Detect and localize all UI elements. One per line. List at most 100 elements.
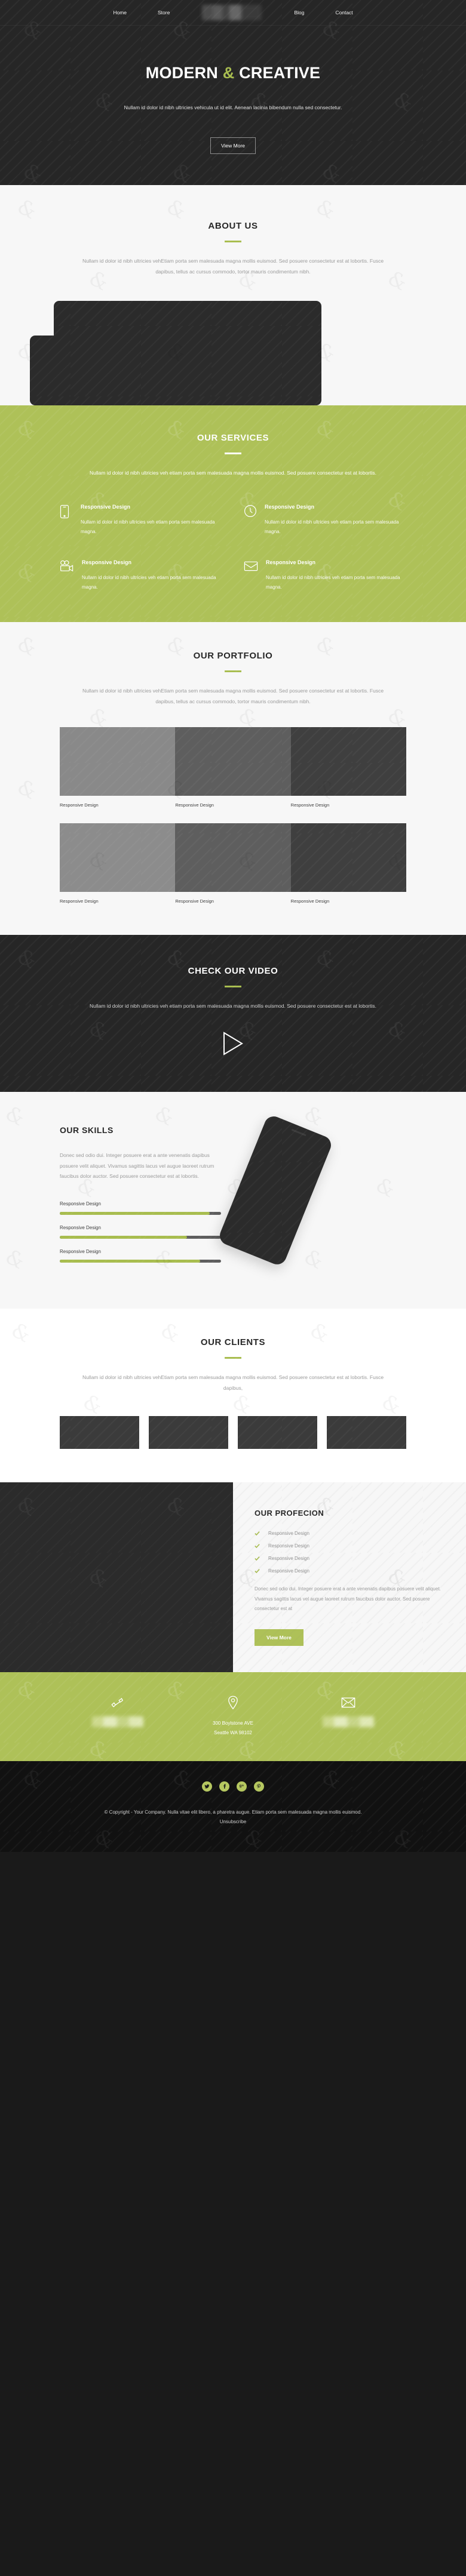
clients-section: && && && OUR CLIENTS Nullam id dolor id … [0,1308,466,1483]
portfolio-row: Responsive Design Responsive Design Resp… [60,823,406,904]
nav-item-contact[interactable]: Contact [320,10,368,16]
portfolio-thumbnail[interactable] [175,823,291,892]
profecion-content: OUR PROFECION Responsive Design Responsi… [233,1482,466,1673]
profecion-image [0,1482,233,1673]
main-navigation[interactable]: Home Store Blog Contact [0,0,466,25]
clock-icon [244,504,257,537]
twitter-icon[interactable] [202,1781,212,1792]
check-icon [255,1569,260,1574]
skill-bars: Responsive Design Responsive Design Resp… [60,1201,221,1263]
service-heading: Responsive Design [81,503,131,510]
play-icon[interactable] [222,1032,244,1056]
service-text: Nullam id dolor id nibh ultricies veh et… [266,574,400,590]
client-logo-2[interactable] [149,1416,228,1449]
list-item: Responsive Design [255,1556,447,1561]
clients-title: OUR CLIENTS [200,1337,266,1347]
portfolio-title: OUR PORTFOLIO [193,650,273,661]
list-item-label: Responsive Design [268,1556,309,1562]
portfolio-item[interactable]: Responsive Design [290,727,406,808]
service-text: Nullam id dolor id nibh ultricies veh et… [81,519,215,534]
portfolio-thumbnail[interactable] [60,727,176,796]
contact-grid: 300 Boylstone AVE Seattle WA 98102 [60,1692,406,1737]
portfolio-item[interactable]: Responsive Design [175,823,291,904]
play-button[interactable] [60,1032,406,1058]
clients-logo-grid [60,1416,406,1449]
client-logo-4[interactable] [327,1416,406,1449]
services-grid: Responsive Design Nullam id dolor id nib… [60,504,406,592]
skill-bar: Responsive Design [60,1249,221,1263]
nav-item-blog[interactable]: Blog [278,10,320,16]
portfolio-caption: Responsive Design [290,802,330,808]
client-logo-3[interactable] [238,1416,317,1449]
nav-item-store[interactable]: Store [142,10,185,16]
services-title-rule [225,453,241,455]
skill-label: Responsive Design [60,1248,101,1254]
video-body: Nullam id dolor id nibh ultricies veh et… [89,1003,376,1010]
address-line1: 300 Boylstone AVE [213,1721,253,1726]
about-body: Nullam id dolor id nibh ultricies vehEti… [82,257,384,275]
list-item-label: Responsive Design [268,1543,309,1549]
portfolio-caption: Responsive Design [60,898,99,904]
skill-track [60,1235,221,1239]
phone-number-blurred [91,1716,143,1728]
check-icon [255,1531,260,1536]
contact-email[interactable] [291,1692,406,1737]
clients-body: Nullam id dolor id nibh ultricies vehEti… [82,1374,384,1391]
pinterest-icon[interactable] [254,1781,264,1792]
about-section: && && && && & ABOUT US Nullam id dolor i… [0,184,466,406]
site-logo[interactable] [202,5,262,20]
about-title: ABOUT US [208,220,258,231]
client-logo-1[interactable] [60,1416,139,1449]
about-title-rule [225,240,241,242]
portfolio-thumbnail[interactable] [290,727,406,796]
skills-section: && && && && & OUR SKILLS Donec sed odio … [0,1092,466,1309]
service-item[interactable]: Responsive Design Nullam id dolor id nib… [244,559,406,592]
unsubscribe-link[interactable]: Unsubscribe [60,1819,406,1824]
address-line2: Seattle WA 98102 [214,1729,252,1735]
hero-title-ampersand: & [222,64,235,82]
portfolio-thumbnail[interactable] [290,823,406,892]
copyright-text: © Copyright - Your Company. Nulla vitae … [104,1809,362,1815]
phone-icon [60,1692,175,1713]
portfolio-item[interactable]: Responsive Design [290,823,406,904]
service-heading: Responsive Design [266,559,316,565]
portfolio-thumbnail[interactable] [60,823,176,892]
google-plus-icon[interactable]: g+ [237,1781,247,1792]
portfolio-thumbnail[interactable] [175,727,291,796]
skill-fill [60,1259,200,1263]
portfolio-title-rule [225,670,241,672]
contact-phone[interactable] [60,1692,175,1737]
video-title-rule [225,986,241,988]
skills-body: Donec sed odio dui. Integer posuere erat… [60,1152,214,1180]
portfolio-item[interactable]: Responsive Design [60,727,176,808]
service-item[interactable]: Responsive Design Nullam id dolor id nib… [60,504,222,537]
nav-item-home[interactable]: Home [97,10,142,16]
clients-title-rule [225,1356,241,1359]
services-section: & & & & & & & & & OUR SERVICES Nullam id… [0,405,466,622]
portfolio-row: Responsive Design Responsive Design Resp… [60,727,406,808]
portfolio-item[interactable]: Responsive Design [60,823,176,904]
service-item[interactable]: Responsive Design Nullam id dolor id nib… [60,559,222,592]
portfolio-caption: Responsive Design [175,802,214,808]
facebook-icon[interactable] [219,1781,229,1792]
skill-track [60,1211,221,1215]
hero-view-more-button[interactable]: View More [210,137,256,154]
location-pin-icon [175,1692,290,1713]
skill-fill [60,1235,188,1239]
landing-page: && && && && && && Home Store Blog Contac… [0,0,466,1852]
profecion-view-more-button[interactable]: View More [255,1629,303,1646]
portfolio-caption: Responsive Design [175,898,214,904]
portfolio-section: && && && && && && OUR PORTFOLIO Nullam i… [0,621,466,935]
social-links[interactable]: g+ [60,1781,406,1792]
skill-label: Responsive Design [60,1201,101,1207]
service-text: Nullam id dolor id nibh ultricies veh et… [82,574,216,590]
hero-title: MODERN & CREATIVE [0,64,466,82]
portfolio-item[interactable]: Responsive Design [175,727,291,808]
contact-address: 300 Boylstone AVE Seattle WA 98102 [175,1692,290,1737]
list-item: Responsive Design [255,1568,447,1574]
video-section: && && && && & CHECK OUR VIDEO Nullam id … [0,935,466,1116]
services-title: OUR SERVICES [197,433,269,444]
service-heading: Responsive Design [82,559,132,565]
hero-title-part1: MODERN [145,64,218,82]
service-item[interactable]: Responsive Design Nullam id dolor id nib… [244,504,406,537]
